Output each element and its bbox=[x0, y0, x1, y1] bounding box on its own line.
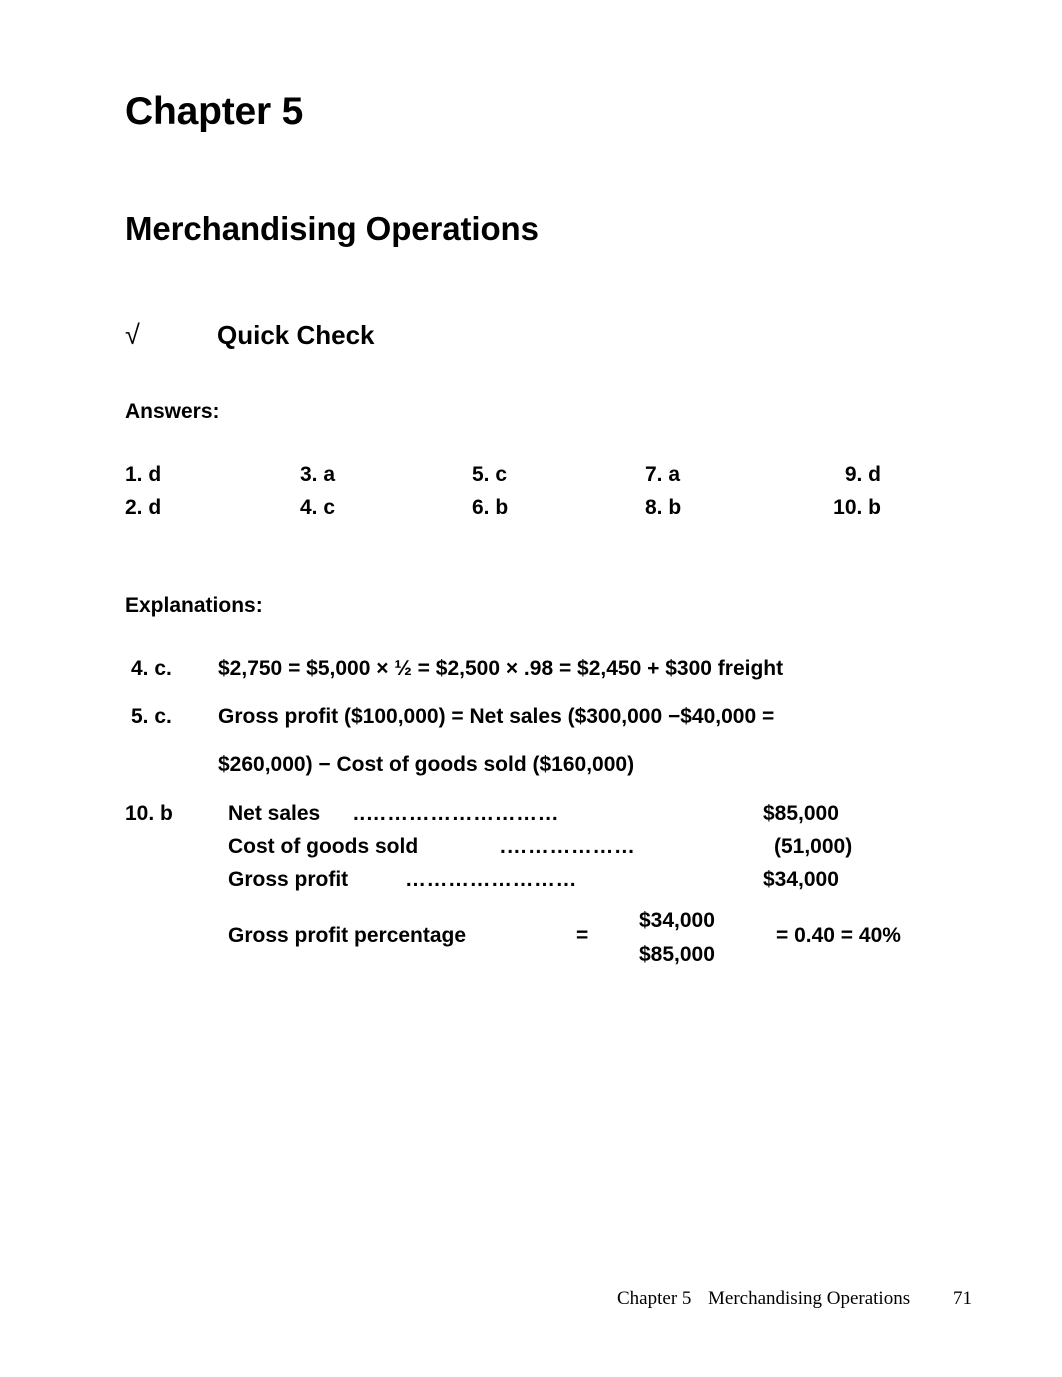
table-row: Net sales ……………………….. $85,000 bbox=[228, 802, 839, 836]
row-label-net-sales: Net sales bbox=[228, 802, 321, 825]
income-statement-table: Net sales ……………………….. $85,000 Cost of go… bbox=[228, 802, 852, 902]
ratio-fraction: $34,000 $85,000 bbox=[639, 904, 715, 972]
footer-page-number: 71 bbox=[953, 1288, 972, 1309]
ratio-label: Gross profit percentage bbox=[228, 924, 467, 947]
dot-leader: …………………… bbox=[405, 869, 577, 890]
ratio-result: = 0.40 = 40% bbox=[776, 924, 901, 947]
page-title-chapter: Chapter 5 bbox=[125, 90, 304, 133]
answer-item-3: 3. a bbox=[300, 463, 336, 486]
dot-leader: ……………………….. bbox=[353, 803, 560, 824]
explanation-5-text-line2: $260,000) − Cost of goods sold ($160,000… bbox=[218, 753, 635, 776]
row-value-net-sales: $85,000 bbox=[763, 802, 839, 825]
answer-item-6: 6. b bbox=[472, 496, 509, 519]
quick-check-label: Quick Check bbox=[217, 320, 375, 350]
gross-profit-percentage-formula: Gross profit percentage = $34,000 $85,00… bbox=[228, 904, 948, 980]
answers-label: Answers: bbox=[125, 400, 220, 423]
answer-item-8: 8. b bbox=[645, 496, 682, 519]
document-page: Chapter 5 Merchandising Operations √ Qui… bbox=[0, 0, 1062, 1377]
footer-title: Merchandising Operations bbox=[708, 1288, 911, 1309]
row-label-gross-profit: Gross profit bbox=[228, 868, 349, 891]
explanation-4-tag: 4. c. bbox=[131, 657, 172, 680]
ratio-equals-sign: = bbox=[576, 924, 589, 947]
answer-item-7: 7. a bbox=[645, 463, 681, 486]
answers-row: 1. d 3. a 5. c 7. a 9. d bbox=[125, 464, 925, 497]
answer-item-9: 9. d bbox=[844, 463, 881, 486]
explanation-5-text-line1: Gross profit ($100,000) = Net sales ($30… bbox=[218, 705, 775, 728]
answer-item-4: 4. c bbox=[300, 496, 336, 519]
page-footer: Chapter 5 Merchandising Operations 71 bbox=[0, 1289, 1062, 1319]
check-radical-icon: √ bbox=[125, 320, 140, 350]
answers-grid: 1. d 3. a 5. c 7. a 9. d 2. d 4. c 6. b … bbox=[125, 464, 925, 530]
explanation-4-text: $2,750 = $5,000 × ½ = $2,500 × .98 = $2,… bbox=[218, 657, 784, 680]
row-value-gross-profit: $34,000 bbox=[763, 868, 839, 891]
dot-leader: ………………. bbox=[500, 836, 636, 857]
ratio-numerator: $34,000 bbox=[639, 909, 715, 932]
answer-item-5: 5. c bbox=[472, 463, 508, 486]
answer-item-2: 2. d bbox=[125, 496, 162, 519]
answer-item-1: 1. d bbox=[125, 463, 162, 486]
answer-item-10: 10. b bbox=[833, 496, 881, 519]
footer-chapter: Chapter 5 bbox=[617, 1288, 692, 1309]
row-label-cost-of-goods-sold: Cost of goods sold bbox=[228, 835, 419, 858]
explanations-label: Explanations: bbox=[125, 594, 263, 617]
answers-row: 2. d 4. c 6. b 8. b 10. b bbox=[125, 497, 925, 530]
explanation-5-tag: 5. c. bbox=[131, 705, 172, 728]
explanation-10-tag: 10. b bbox=[125, 802, 173, 825]
page-title-subject: Merchandising Operations bbox=[125, 210, 539, 247]
table-row: Gross profit …………………… $34,000 bbox=[228, 868, 839, 902]
ratio-denominator: $85,000 bbox=[639, 943, 715, 966]
table-row: Cost of goods sold ………………. (51,000) bbox=[228, 835, 852, 869]
row-value-cost-of-goods-sold: (51,000) bbox=[774, 835, 853, 858]
quick-check-heading: √ Quick Check bbox=[125, 322, 375, 349]
